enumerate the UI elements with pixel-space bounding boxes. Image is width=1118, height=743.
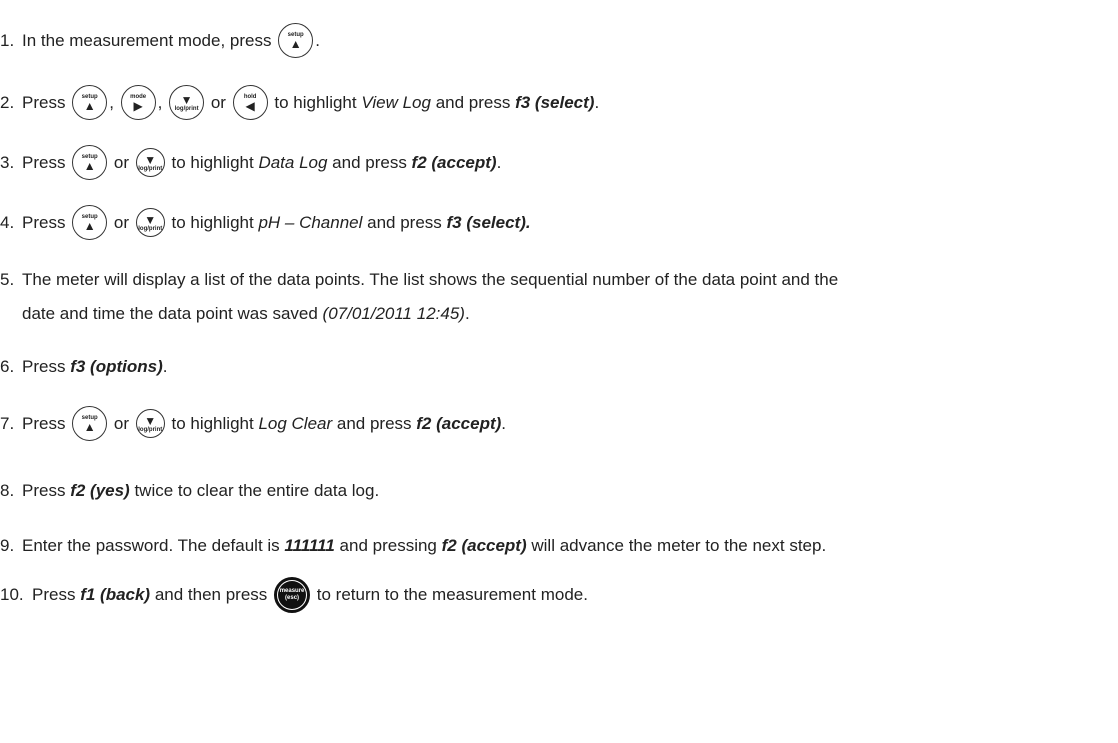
step-number: 9.	[0, 536, 15, 555]
menu-item-text: pH – Channel	[258, 212, 363, 232]
softkey-command: f3 (select).	[446, 212, 531, 232]
mode-right-key-icon: mode ▶	[120, 85, 156, 120]
step-number: 8.	[0, 481, 15, 500]
softkey-command: f2 (accept)	[441, 536, 527, 555]
setup-up-key-icon: setup ▲	[72, 145, 108, 180]
default-password: 111111	[284, 536, 335, 555]
softkey-command: f2 (accept)	[416, 413, 502, 433]
hold-left-key-icon: hold ◀	[232, 85, 268, 120]
step-6: 6. Press f3 (options) .	[0, 357, 168, 376]
setup-up-key-icon: setup ▲	[278, 23, 314, 58]
logprint-down-key-icon: ▼ log/print	[135, 409, 165, 438]
step-7: 7. Press setup ▲ or ▼ log/print to highlig…	[0, 406, 506, 441]
timestamp-example: (07/01/2011 12:45)	[322, 304, 465, 323]
setup-up-key-icon: setup ▲	[72, 205, 108, 240]
step-number: 7.	[0, 413, 15, 433]
softkey-command: f2 (yes)	[70, 481, 130, 500]
step-number: 6.	[0, 357, 15, 376]
step-10: 10. Press f1 (back) and then press measu…	[0, 577, 588, 613]
softkey-command: f3 (select)	[515, 92, 595, 112]
softkey-command: f2 (accept)	[411, 152, 497, 172]
step-1: 1. In the measurement mode, press setup ▲…	[0, 23, 320, 58]
step-5: 5. The meter will display a list of the …	[0, 270, 839, 289]
menu-item-text: Log Clear	[258, 413, 333, 433]
step-2: 2. Press setup ▲ , mode ▶ , ▼ log/print or …	[0, 85, 599, 120]
step-number: 1.	[0, 30, 15, 50]
step-number: 3.	[0, 152, 15, 172]
softkey-command: f3 (options)	[70, 357, 163, 376]
step-3: 3. Press setup ▲ or ▼ log/print to highlig…	[0, 145, 501, 180]
step-5-continued: date and time the data point was saved (…	[22, 304, 470, 323]
setup-up-key-icon: setup ▲	[72, 406, 108, 441]
step-number: 10.	[0, 585, 24, 604]
measure-esc-key-icon: measure (esc)	[274, 577, 311, 613]
logprint-down-key-icon: ▼ log/print	[169, 85, 205, 120]
instructions-page: 1. In the measurement mode, press setup ▲…	[0, 0, 1118, 743]
logprint-down-key-icon: ▼ log/print	[135, 208, 165, 237]
step-number: 5.	[0, 270, 15, 289]
logprint-down-key-icon: ▼ log/print	[135, 148, 165, 177]
step-8: 8. Press f2 (yes) twice to clear the ent…	[0, 481, 380, 500]
step-number: 4.	[0, 212, 15, 232]
step-4: 4. Press setup ▲ or ▼ log/print to highlig…	[0, 205, 531, 240]
menu-item-text: Data Log	[258, 152, 328, 172]
softkey-command: f1 (back)	[80, 585, 151, 604]
step-number: 2.	[0, 92, 15, 112]
setup-up-key-icon: setup ▲	[72, 85, 108, 120]
step-9: 9. Enter the password. The default is 11…	[0, 536, 827, 555]
menu-item-text: View Log	[361, 92, 431, 112]
